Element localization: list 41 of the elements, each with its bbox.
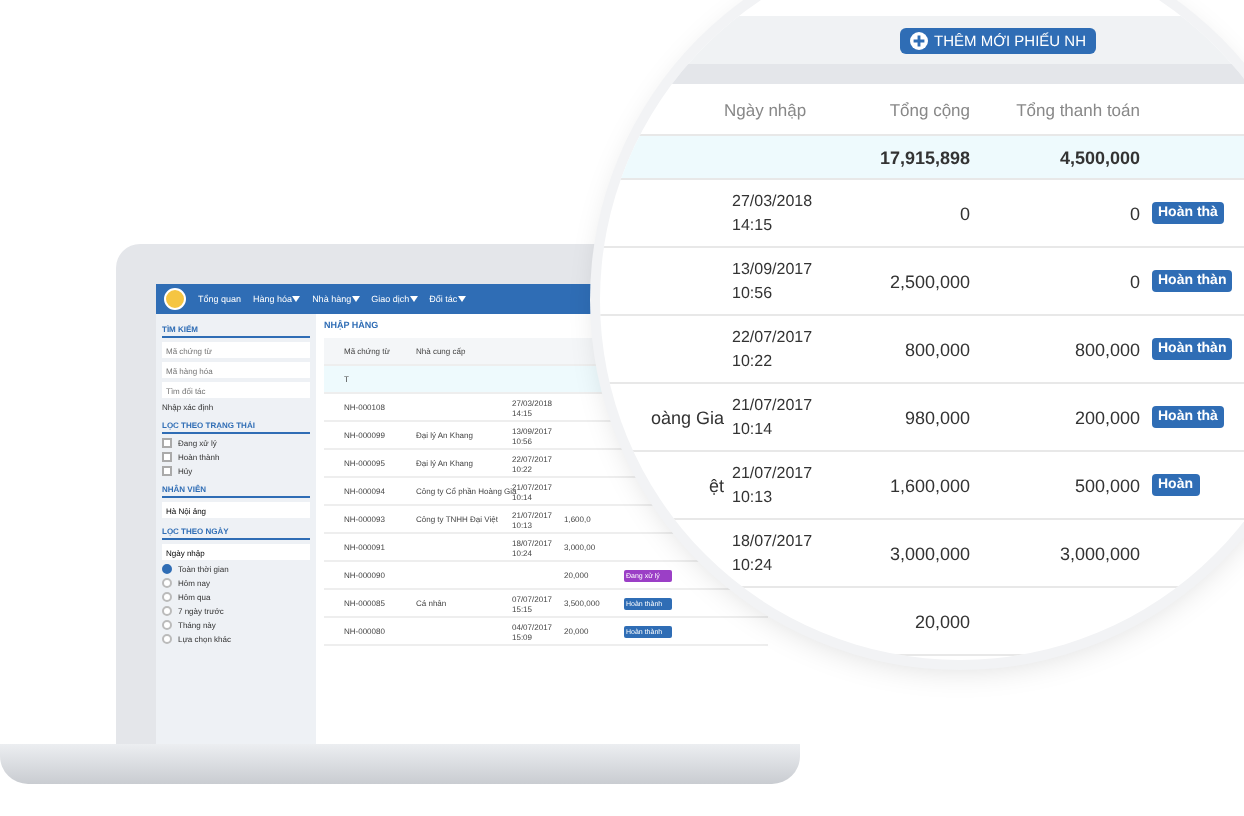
table-cell: 980,000 [904,407,970,427]
radio-button[interactable] [162,578,172,588]
table-cell-text: oàng Gia [648,407,724,427]
radio-button[interactable] [162,634,172,644]
checkbox[interactable] [162,466,172,476]
table-cell-text: 27/03/2018 14:15 [730,189,815,237]
table-cell-text: 18/07/2017 10:24 [730,529,815,577]
checkbox[interactable] [162,438,172,448]
summary-cell: 17,915,898 [879,147,970,167]
table-cell-text: 21/07/2017 10:14 [730,393,815,441]
table-cell: 3,000,000 [889,543,970,563]
logo-icon [164,288,186,310]
column-header: Ngày nhập [724,99,807,119]
table-cell: 0 [959,203,970,223]
table-cell: 800,000 [904,339,970,359]
summary-cell: 4,500,000 [1059,147,1140,167]
plus-icon [910,31,928,49]
table-cell: 0 [1129,271,1140,291]
table-cell: 200,000 [1074,407,1140,427]
radio-button[interactable] [162,606,172,616]
table-cell-text: 22/07/2017 10:22 [730,325,815,373]
checkbox[interactable] [162,452,172,462]
caret-icon [292,296,301,302]
caret-icon [351,296,360,302]
table-cell-text: 13/09/2017 10:56 [730,257,815,305]
column-header: Tổng thanh toán [1016,99,1140,119]
table-cell: 800,000 [1074,339,1140,359]
column-header: Tổng cộng [889,99,970,119]
caret-icon [457,296,466,302]
radio-button[interactable] [162,620,172,630]
table-cell: 500,000 [1074,475,1140,495]
table-cell: 3,000,000 [1059,543,1140,563]
table-cell: 2,500,000 [889,271,970,291]
table-cell-text: 21/07/2017 10:13 [730,461,815,509]
table-cell: 0 [1129,203,1140,223]
table-cell: 20,000 [914,611,970,631]
table-cell-text: ệt [706,475,724,495]
radio-button[interactable] [162,564,172,574]
radio-button[interactable] [162,592,172,602]
table-cell: 1,600,000 [889,475,970,495]
caret-icon [409,296,418,302]
